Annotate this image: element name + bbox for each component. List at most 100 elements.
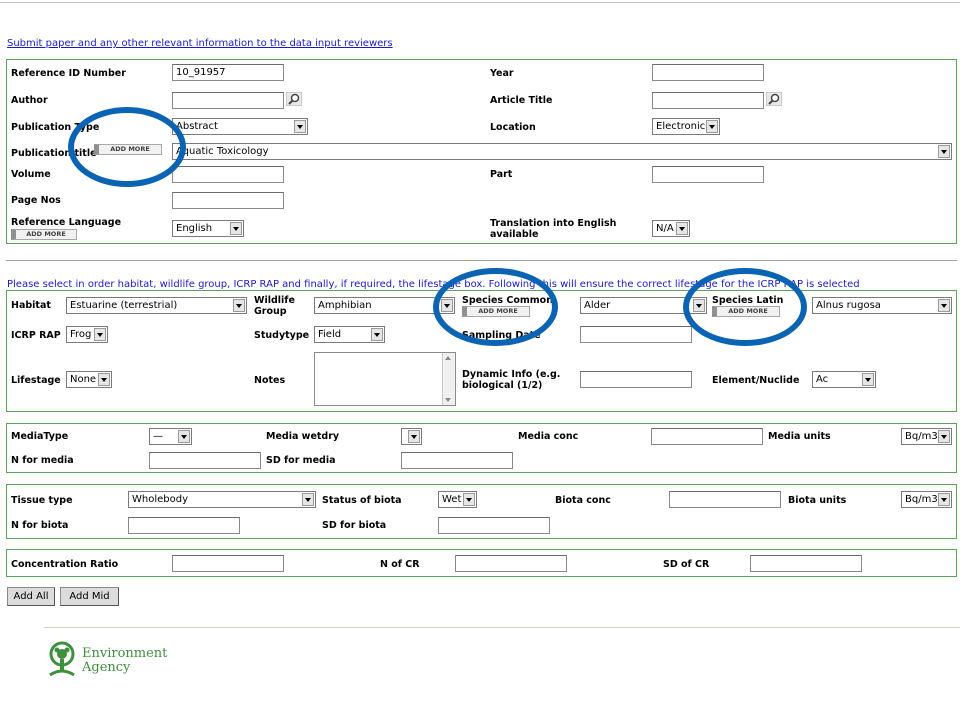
language-select[interactable]: English: [172, 220, 244, 237]
highlight-circle: [68, 107, 186, 187]
wildlife-label-line2: Group: [254, 306, 287, 317]
pub-type-value: Abstract: [176, 121, 218, 132]
pub-type-select[interactable]: Abstract: [172, 118, 308, 135]
n-media-input[interactable]: [149, 452, 261, 469]
year-label: Year: [490, 68, 514, 79]
language-label: Reference Language: [11, 217, 122, 228]
highlight-circle: [683, 268, 807, 346]
sd-media-input[interactable]: [401, 452, 513, 469]
article-title-label: Article Title: [490, 95, 553, 106]
ref-id-label: Reference ID Number: [11, 68, 126, 79]
article-search-icon[interactable]: [766, 92, 782, 106]
dynamic-label-line2: biological (1/2): [462, 380, 543, 391]
cr-input[interactable]: [172, 555, 284, 572]
icrp-rap-select[interactable]: Frog: [66, 326, 108, 343]
translation-select[interactable]: N/A: [652, 220, 690, 237]
element-nuclide-label: Element/Nuclide: [712, 375, 800, 386]
sd-cr-input[interactable]: [750, 555, 862, 572]
biota-units-label: Biota units: [788, 495, 847, 506]
media-type-select[interactable]: —: [149, 428, 192, 445]
biota-units-value: Bq/m3: [905, 494, 938, 505]
add-all-button[interactable]: Add All: [7, 587, 55, 606]
add-mid-button[interactable]: Add Mid: [60, 587, 119, 606]
status-biota-select[interactable]: Wet: [438, 491, 477, 508]
pub-title-value: Aquatic Toxicology: [176, 146, 269, 157]
element-nuclide-select[interactable]: Ac: [812, 371, 876, 388]
media-type-value: —: [153, 431, 163, 442]
sampling-date-input[interactable]: [580, 326, 692, 343]
media-wetdry-select[interactable]: [401, 428, 422, 445]
sd-biota-input[interactable]: [438, 517, 550, 534]
translation-label-line2: available: [490, 229, 539, 240]
chevron-down-icon: [463, 493, 475, 506]
notes-textarea[interactable]: [314, 352, 456, 406]
sd-biota-label: SD for biota: [322, 520, 387, 531]
section-divider: [6, 260, 957, 261]
media-units-label: Media units: [768, 431, 831, 442]
habitat-select[interactable]: Estuarine (terrestrial): [66, 297, 247, 314]
pub-title-select[interactable]: Aquatic Toxicology: [172, 143, 952, 160]
media-wetdry-label: Media wetdry: [266, 431, 340, 442]
n-biota-input[interactable]: [128, 517, 240, 534]
chevron-down-icon: [706, 120, 718, 133]
dynamic-info-label: Dynamic Info (e.g. biological (1/2): [462, 369, 560, 391]
ref-id-input[interactable]: 10_91957: [172, 64, 284, 81]
biota-units-select[interactable]: Bq/m3: [901, 491, 952, 508]
lifestage-label: Lifestage: [11, 375, 61, 386]
biota-conc-input[interactable]: [669, 491, 781, 508]
article-title-input[interactable]: [652, 92, 764, 109]
status-biota-value: Wet: [442, 494, 462, 505]
location-select[interactable]: Electronic: [652, 118, 720, 135]
n-cr-label: N of CR: [380, 559, 420, 570]
language-add-more-button[interactable]: ADD MORE: [11, 229, 77, 240]
wildlife-group-label: Wildlife Group: [254, 295, 295, 317]
submit-reviewers-link[interactable]: Submit paper and any other relevant info…: [7, 38, 393, 49]
media-conc-label: Media conc: [518, 431, 579, 442]
media-conc-input[interactable]: [651, 428, 763, 445]
studytype-select[interactable]: Field: [314, 326, 385, 343]
media-type-label: MediaType: [11, 431, 69, 442]
sd-cr-label: SD of CR: [663, 559, 710, 570]
lifestage-select[interactable]: None: [66, 371, 112, 388]
page-nos-input[interactable]: [172, 192, 284, 209]
studytype-label: Studytype: [254, 330, 310, 341]
media-units-select[interactable]: Bq/m3: [901, 428, 952, 445]
tissue-type-select[interactable]: Wholebody: [128, 491, 316, 508]
tissue-type-label: Tissue type: [11, 495, 73, 506]
notes-scrollbar[interactable]: [442, 353, 455, 405]
volume-label: Volume: [11, 169, 51, 180]
chevron-down-icon: [676, 222, 688, 235]
chevron-down-icon: [862, 373, 874, 386]
n-cr-input[interactable]: [455, 555, 567, 572]
chevron-down-icon: [938, 493, 950, 506]
author-label: Author: [11, 95, 48, 106]
year-input[interactable]: [652, 64, 764, 81]
dynamic-label-line1: Dynamic Info (e.g.: [462, 369, 561, 380]
chevron-down-icon: [233, 299, 245, 312]
translation-label: Translation into English available: [490, 218, 616, 240]
n-biota-label: N for biota: [11, 520, 69, 531]
logo-line-2: Agency: [82, 660, 131, 675]
habitat-value: Estuarine (terrestrial): [70, 300, 178, 311]
volume-input[interactable]: [172, 166, 284, 183]
logo-line-1: Environment: [82, 646, 168, 661]
environment-agency-logo-icon: [49, 641, 75, 677]
cr-label: Concentration Ratio: [11, 559, 119, 570]
lifestage-value: None: [70, 374, 97, 385]
author-input[interactable]: [172, 92, 284, 109]
highlight-circle: [433, 268, 558, 346]
chevron-down-icon: [938, 145, 950, 158]
author-search-icon[interactable]: [286, 92, 302, 106]
chevron-down-icon: [302, 493, 314, 506]
species-latin-value: Alnus rugosa: [816, 300, 881, 311]
part-label: Part: [490, 169, 513, 180]
language-value: English: [176, 223, 213, 234]
tissue-type-value: Wholebody: [132, 494, 189, 505]
translation-value: N/A: [656, 223, 674, 234]
sd-media-label: SD for media: [266, 455, 336, 466]
species-latin-select[interactable]: Alnus rugosa: [812, 297, 952, 314]
wildlife-value: Amphibian: [318, 300, 372, 311]
chevron-down-icon: [178, 430, 190, 443]
part-input[interactable]: [652, 166, 764, 183]
dynamic-info-input[interactable]: [580, 371, 692, 388]
